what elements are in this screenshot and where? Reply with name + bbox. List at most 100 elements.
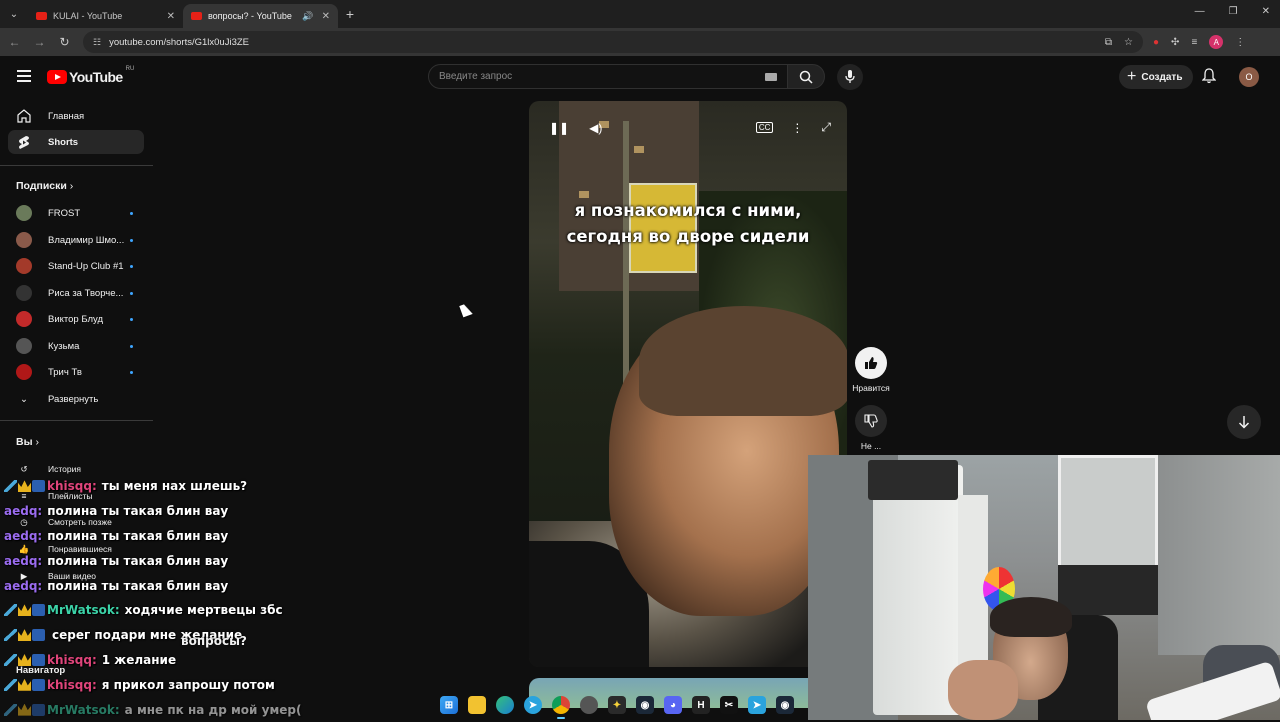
fullscreen-icon[interactable]: ⤢ (821, 120, 831, 135)
sword-badge-icon (4, 678, 17, 691)
expand-subscriptions-button[interactable]: ⌄ Развернуть (8, 387, 144, 411)
chat-badges (4, 653, 45, 666)
plus-icon: + (1127, 68, 1137, 85)
steam-alt-icon[interactable]: ◉ (776, 696, 794, 714)
url-field[interactable]: ☷ youtube.com/shorts/G1lx0uJi3ZE ⧉ ☆ (83, 31, 1143, 53)
tab-voprosy[interactable]: вопросы? - YouTube 🔊 ✕ (183, 4, 338, 28)
youtube-header: YouTube RU + Создать O (0, 56, 1280, 98)
chrome-icon[interactable] (552, 696, 570, 719)
chat-badges (4, 604, 45, 617)
profile-avatar[interactable]: A (1209, 35, 1224, 49)
subscription-item[interactable]: Stand-Up Club #1 (8, 254, 144, 278)
subscription-item[interactable]: Владимир Шмо... (8, 228, 144, 252)
chat-message: khisqq: я прикол запрошу потом (4, 672, 344, 697)
restore-icon[interactable]: ❐ (1229, 6, 1238, 17)
extensions-icon[interactable]: ✣ (1171, 37, 1179, 48)
discord-icon[interactable]: ◕ (664, 696, 682, 714)
you-header[interactable]: Вы › (16, 436, 39, 448)
chat-text: а мне пк на др мой умер( (124, 702, 302, 717)
youtube-logo[interactable]: YouTube RU (47, 66, 135, 85)
close-window-icon[interactable]: ✕ (1262, 6, 1270, 17)
back-icon[interactable]: ← (2, 35, 27, 49)
reload-icon[interactable]: ↻ (52, 35, 77, 49)
new-tab-button[interactable]: + (338, 6, 362, 22)
region-code: RU (125, 66, 135, 72)
tab-search-button[interactable]: ⌄ (0, 0, 28, 28)
subscription-item[interactable]: Кузьма (8, 334, 144, 358)
chat-badges (4, 678, 45, 691)
voice-search-button[interactable] (837, 64, 863, 90)
chevron-right-icon: › (35, 436, 39, 448)
volume-icon[interactable]: ◀) (589, 121, 602, 135)
more-options-icon[interactable]: ⋮ (791, 121, 803, 135)
webcam-blind (1058, 565, 1158, 615)
account-avatar[interactable]: O (1239, 67, 1259, 87)
subscription-item[interactable]: Риса за Творче... (8, 281, 144, 305)
site-info-icon[interactable]: ☷ (93, 37, 101, 48)
subscriber-badge-icon (32, 480, 45, 493)
minimize-icon[interactable]: — (1195, 6, 1205, 17)
subscriber-badge-icon (32, 703, 45, 716)
sidebar-item-label: Развернуть (48, 393, 99, 405)
subscriber-badge-icon (32, 604, 45, 617)
subscription-item[interactable]: Виктор Блуд (8, 307, 144, 331)
capcut-icon[interactable]: ✂ (720, 696, 738, 714)
tab-title: вопросы? - YouTube (208, 11, 292, 21)
microphone-icon (845, 70, 855, 83)
close-tab-icon[interactable]: ✕ (322, 11, 330, 22)
channel-avatar (16, 338, 32, 354)
edge-icon[interactable] (496, 696, 514, 714)
subscriptions-header[interactable]: Подписки › (16, 180, 73, 192)
dislike-label: Не ... (860, 441, 882, 451)
sword-badge-icon (4, 604, 17, 617)
chat-nickname: MrWatsok: (47, 603, 120, 618)
search-box (428, 64, 788, 89)
crown-badge-icon (18, 678, 31, 691)
create-button[interactable]: + Создать (1119, 65, 1194, 89)
hotkey-app-icon[interactable]: H (692, 696, 710, 714)
notifications-bell-icon[interactable] (1201, 68, 1217, 89)
tab-kulai[interactable]: KULAI - YouTube ✕ (28, 4, 183, 28)
keyboard-icon[interactable] (765, 73, 777, 81)
browser-menu-icon[interactable]: ⋮ (1235, 37, 1245, 48)
install-app-icon[interactable]: ⧉ (1105, 37, 1112, 48)
captions-icon[interactable]: CC (755, 122, 774, 133)
media-controls-icon[interactable]: ≡ (1191, 37, 1197, 48)
extension-badge-icon[interactable]: ● (1153, 37, 1159, 48)
chat-message: MrWatsok: а мне пк на др мой умер( (4, 697, 344, 722)
sidebar-item-shorts[interactable]: Shorts (8, 130, 144, 154)
chrome-alt-icon[interactable] (580, 696, 598, 714)
chat-message: khisqq: 1 желание (4, 648, 344, 673)
next-video-button[interactable] (1227, 405, 1261, 439)
youtube-favicon-icon (191, 12, 202, 20)
pause-icon[interactable]: ❚❚ (549, 121, 569, 135)
bookmark-star-icon[interactable]: ☆ (1124, 37, 1133, 48)
close-tab-icon[interactable]: ✕ (167, 11, 175, 22)
chat-message: aedq: полина ты такая блин вау (4, 573, 344, 598)
windows-start-icon[interactable]: ⊞ (440, 696, 458, 714)
like-button[interactable]: Нравится (841, 347, 901, 393)
dislike-button[interactable]: Не ... (841, 405, 901, 451)
search-button[interactable] (787, 64, 825, 89)
forward-icon[interactable]: → (27, 35, 52, 49)
thumbs-down-icon (855, 405, 887, 437)
search-input[interactable] (439, 71, 739, 82)
steam-icon[interactable]: ◉ (636, 696, 654, 714)
shorts-player[interactable]: ❚❚ ◀) CC ⋮ ⤢ я познакомился с ними, сего… (529, 101, 847, 667)
crown-badge-icon (18, 653, 31, 666)
telegram-alt-icon[interactable]: ➤ (748, 696, 766, 714)
crown-badge-icon (18, 629, 31, 642)
subscription-item[interactable]: Трич Тв (8, 360, 144, 384)
channel-avatar (16, 285, 32, 301)
subscription-item[interactable]: FROST (8, 201, 144, 225)
sidebar-item-home[interactable]: Главная (8, 104, 144, 128)
channel-name: Трич Тв (48, 366, 82, 378)
app-icon[interactable]: ✦ (608, 696, 626, 714)
new-content-dot (130, 317, 133, 321)
sidebar-divider (0, 165, 153, 166)
file-explorer-icon[interactable] (468, 696, 486, 714)
telegram-icon[interactable]: ➤ (524, 696, 542, 714)
menu-icon[interactable] (17, 70, 31, 85)
chat-message: MrWatsok: ходячие мертвецы збс (4, 598, 344, 623)
audio-playing-icon[interactable]: 🔊 (302, 11, 313, 22)
